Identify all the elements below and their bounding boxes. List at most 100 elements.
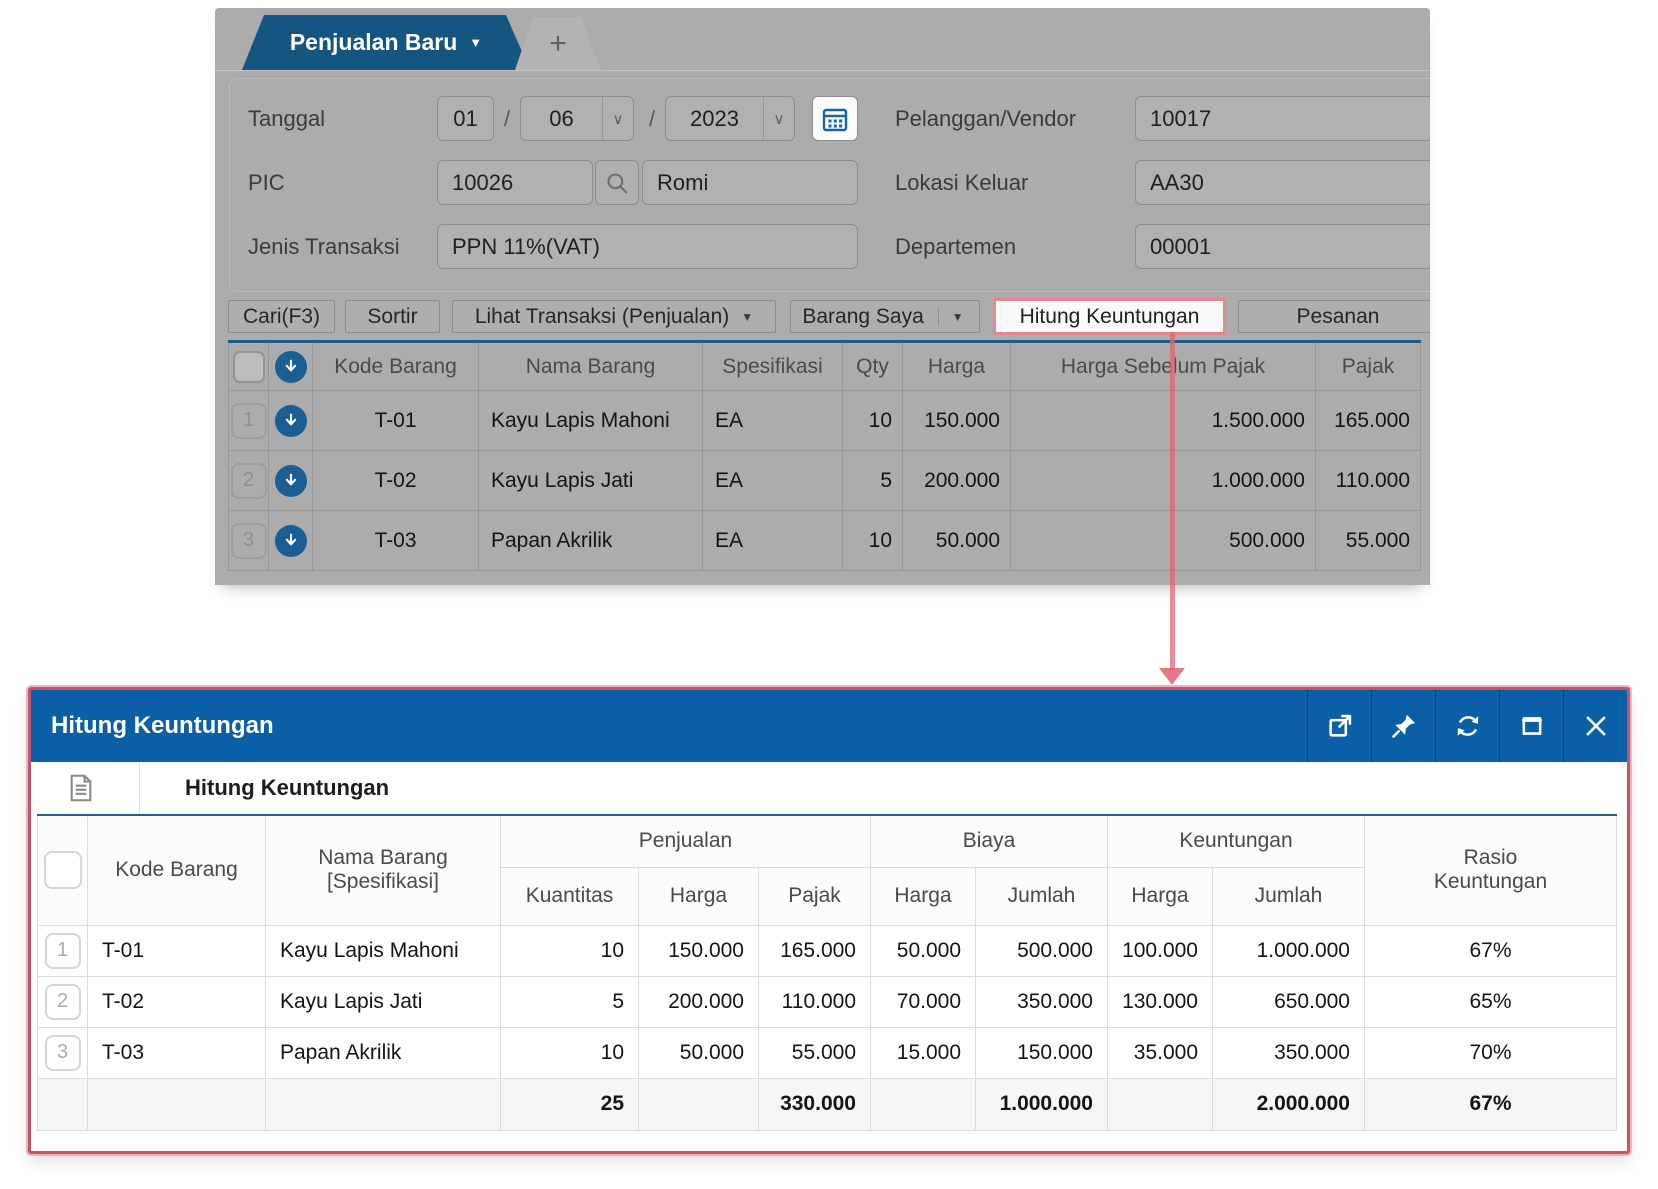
- grid-cell[interactable]: 165.000: [1315, 390, 1421, 451]
- hitung-keuntungan-button[interactable]: Hitung Keuntungan: [993, 298, 1226, 335]
- totals-cell: [87, 1077, 266, 1131]
- profit-cell: 67%: [1364, 924, 1617, 977]
- sortir-button[interactable]: Sortir: [345, 300, 440, 333]
- date-month-select[interactable]: 06 ∨: [520, 96, 634, 141]
- maximize-icon: [1521, 717, 1542, 735]
- grid-cell[interactable]: EA: [702, 390, 843, 451]
- profit-grid: Kode Barang Nama Barang [Spesifikasi] Penju…: [37, 814, 1617, 1131]
- grid-cell[interactable]: 150.000: [902, 390, 1011, 451]
- grid-cell[interactable]: 1.000.000: [1010, 450, 1316, 511]
- arrow-down-circle-icon[interactable]: [274, 404, 307, 437]
- departemen-input[interactable]: 00001: [1135, 224, 1430, 269]
- row-icon-cell: [268, 390, 313, 451]
- cari-button[interactable]: Cari(F3): [228, 300, 335, 333]
- grid-cell[interactable]: T-01: [312, 390, 479, 451]
- profit-cell: Kayu Lapis Jati: [265, 975, 501, 1028]
- arrow-down-circle-icon[interactable]: [274, 464, 307, 497]
- grid-cell[interactable]: Papan Akrilik: [478, 510, 703, 571]
- grid-cell[interactable]: T-03: [312, 510, 479, 571]
- profit-column-header: Harga: [1107, 866, 1213, 926]
- profit-cell: 55.000: [758, 1026, 871, 1079]
- row-number-cell: 1: [37, 924, 88, 977]
- select-all-checkbox[interactable]: [232, 350, 265, 383]
- pointer-arrowhead-icon: [1159, 668, 1185, 685]
- pesanan-button[interactable]: Pesanan: [1238, 300, 1430, 333]
- close-icon: [1586, 716, 1605, 736]
- grid-column-header: Spesifikasi: [702, 341, 843, 391]
- arrow-down-circle-icon[interactable]: [274, 350, 307, 383]
- maximize-button[interactable]: [1499, 690, 1563, 762]
- pelanggan-label: Pelanggan/Vendor: [895, 105, 1077, 131]
- calendar-button[interactable]: [812, 96, 858, 141]
- grid-cell[interactable]: EA: [702, 450, 843, 511]
- row-number[interactable]: 2: [230, 462, 267, 499]
- totals-cell: 1.000.000: [975, 1077, 1108, 1131]
- row-number-cell: 3: [37, 1026, 88, 1079]
- profit-cell: T-02: [87, 975, 266, 1028]
- row-number[interactable]: 1: [230, 402, 267, 439]
- pic-code-input[interactable]: 10026: [437, 160, 593, 205]
- sales-form-panel: Penjualan Baru ▼ + Tanggal 01 / 06 ∨ / 2…: [215, 8, 1430, 585]
- totals-cell: [265, 1077, 501, 1131]
- pelanggan-input[interactable]: 10017: [1135, 96, 1430, 141]
- profit-cell: 65%: [1364, 975, 1617, 1028]
- grid-cell[interactable]: 50.000: [902, 510, 1011, 571]
- row-number-cell: 1: [228, 390, 269, 451]
- profit-cell: 100.000: [1107, 924, 1213, 977]
- pin-button[interactable]: [1371, 690, 1435, 762]
- select-all-checkbox[interactable]: [43, 851, 82, 890]
- profit-cell: 50.000: [638, 1026, 759, 1079]
- select-all-cell: [37, 814, 88, 926]
- grid-cell[interactable]: Kayu Lapis Mahoni: [478, 390, 703, 451]
- profit-cell: 110.000: [758, 975, 871, 1028]
- row-number-cell: 2: [37, 975, 88, 1028]
- grid-cell[interactable]: 200.000: [902, 450, 1011, 511]
- profit-cell: 10: [500, 924, 639, 977]
- profit-cell: 15.000: [870, 1026, 976, 1079]
- date-year-select[interactable]: 2023 ∨: [665, 96, 795, 141]
- grid-cell[interactable]: 500.000: [1010, 510, 1316, 571]
- totals-empty-cell: [37, 1077, 88, 1131]
- profit-cell: Papan Akrilik: [265, 1026, 501, 1079]
- tab-label: Penjualan Baru: [289, 29, 458, 55]
- date-day-input[interactable]: 01: [437, 96, 494, 141]
- grid-cell[interactable]: 10: [842, 390, 903, 451]
- row-icon-cell: [268, 510, 313, 571]
- grid-cell[interactable]: EA: [702, 510, 843, 571]
- grid-cell[interactable]: 110.000: [1315, 450, 1421, 511]
- grid-cell[interactable]: 1.500.000: [1010, 390, 1316, 451]
- pic-search-button[interactable]: [595, 160, 639, 205]
- open-in-new-window-button[interactable]: [1307, 690, 1371, 762]
- totals-cell: [870, 1077, 976, 1131]
- row-number[interactable]: 3: [230, 522, 267, 559]
- add-tab-button[interactable]: +: [515, 17, 601, 70]
- grid-cell[interactable]: 5: [842, 450, 903, 511]
- grid-row: 3 T-03 Papan Akrilik EA 10 50.000 500.000 55.00…: [228, 510, 1421, 571]
- departemen-label: Departemen: [895, 233, 1017, 259]
- caret-down-icon: ▼: [469, 35, 483, 50]
- lokasi-input[interactable]: AA30: [1135, 160, 1430, 205]
- profit-cell: Kayu Lapis Mahoni: [265, 924, 501, 977]
- grid-cell[interactable]: 55.000: [1315, 510, 1421, 571]
- profit-cell: 650.000: [1212, 975, 1365, 1028]
- profit-row: 2 T-02 Kayu Lapis Jati 5 200.000 110.000 70.00…: [37, 975, 1617, 1028]
- tab-penjualan-baru[interactable]: Penjualan Baru ▼: [242, 15, 530, 70]
- pointer-arrow-line: [1170, 332, 1175, 670]
- grid-cell[interactable]: Kayu Lapis Jati: [478, 450, 703, 511]
- refresh-button[interactable]: [1435, 690, 1499, 762]
- grid-column-header: Harga Sebelum Pajak: [1010, 341, 1316, 391]
- grid-cell[interactable]: T-02: [312, 450, 479, 511]
- profit-cell: 130.000: [1107, 975, 1213, 1028]
- totals-row: 25 330.000 1.000.000 2.000.000 67%: [37, 1077, 1617, 1131]
- jenis-input[interactable]: PPN 11%(VAT): [437, 224, 858, 269]
- date-separator: /: [648, 105, 656, 131]
- lihat-transaksi-button[interactable]: Lihat Transaksi (Penjualan) ▼: [452, 300, 776, 333]
- grid-cell[interactable]: 10: [842, 510, 903, 571]
- barang-saya-button[interactable]: Barang Saya ▼: [790, 300, 980, 333]
- chevron-down-icon: ∨: [773, 110, 785, 128]
- grid-column-header: Harga: [902, 341, 1011, 391]
- arrow-down-circle-icon[interactable]: [274, 524, 307, 557]
- grid-column-header: Qty: [842, 341, 903, 391]
- close-button[interactable]: [1563, 690, 1627, 762]
- pic-name-input[interactable]: Romi: [642, 160, 858, 205]
